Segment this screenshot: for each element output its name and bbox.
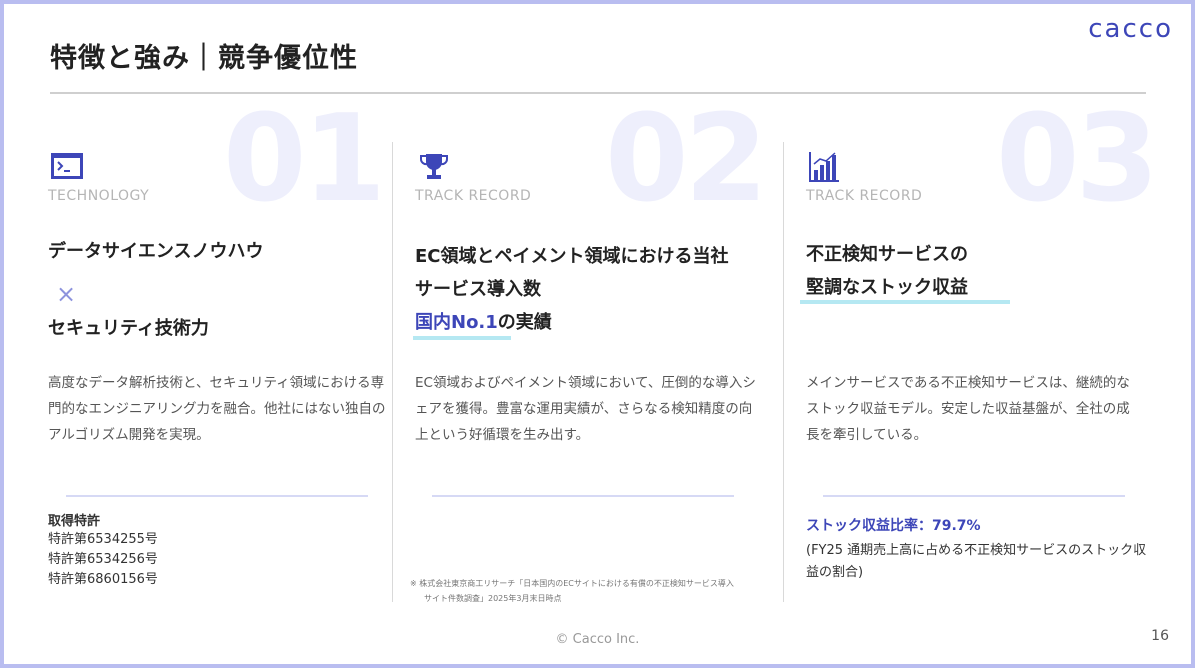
strength-heading-highlight-line: 国内No.1の実績 — [415, 306, 552, 339]
column-divider — [783, 142, 784, 602]
category-label: TECHNOLOGY — [48, 188, 150, 204]
stock-ratio-note: (FY25 通期売上高に占める不正検知サービスのストック収益の割合) — [806, 543, 1147, 580]
category-label: TRACK RECORD — [806, 188, 923, 204]
strength-column-track-record: 02 TRACK RECORD EC領域とペイメント領域における当社 サービス導… — [410, 90, 768, 610]
patent-item: 特許第6860156号 — [48, 572, 158, 587]
cacco-logo: cacco — [1088, 14, 1173, 44]
strength-description: EC領域およびペイメント領域において、圧倒的な導入シェアを獲得。豊富な運用実績が… — [415, 375, 756, 443]
patent-item: 特許第6534256号 — [48, 552, 158, 567]
strength-column-technology: 01 TECHNOLOGY データサイエンスノウハウ × セキュリティ技術力 高… — [48, 100, 388, 610]
highlight-underline — [800, 300, 1010, 304]
strength-column-stock-revenue: 03 TRACK RECORD 不正検知サービスの 堅調なストック収益 メインサ… — [800, 100, 1159, 610]
strength-heading-rest: の実績 — [497, 312, 552, 333]
section-separator — [432, 495, 734, 497]
patent-list: 特許第6534255号 特許第6534256号 特許第6860156号 — [48, 530, 158, 590]
column-number: 03 — [996, 90, 1159, 229]
highlight-underline — [413, 336, 511, 340]
bar-chart-icon — [809, 152, 839, 182]
category-label: TRACK RECORD — [415, 188, 532, 204]
patent-title: 取得特許 — [48, 514, 101, 529]
section-separator — [823, 495, 1125, 497]
footnote: ※ 株式会社東京商工リサーチ「日本国内のECサイトにおける有償の不正検知サービス… — [410, 576, 770, 606]
column-number: 02 — [605, 90, 768, 229]
strength-heading: EC領域とペイメント領域における当社 — [415, 246, 729, 267]
column-number: 01 — [223, 90, 386, 229]
strength-heading: セキュリティ技術力 — [48, 318, 209, 339]
page-number: 16 — [1151, 628, 1169, 644]
column-divider — [392, 142, 393, 602]
footnote-line: ※ 株式会社東京商工リサーチ「日本国内のECサイトにおける有償の不正検知サービス… — [410, 579, 734, 588]
terminal-window-icon — [51, 153, 83, 179]
page-title: 特徴と強み｜競争優位性 — [50, 43, 358, 74]
strength-heading: サービス導入数 — [415, 279, 541, 300]
trophy-icon — [420, 154, 448, 179]
patent-item: 特許第6534255号 — [48, 532, 158, 547]
strength-heading: 不正検知サービスの — [806, 244, 968, 265]
highlight-text: 国内No.1 — [415, 312, 498, 333]
strength-description: 高度なデータ解析技術と、セキュリティ領域における専門的なエンジニアリング力を融合… — [48, 375, 386, 443]
stock-ratio-value: ストック収益比率：79.7% — [806, 518, 981, 534]
section-separator — [66, 495, 368, 497]
copyright: © Cacco Inc. — [555, 632, 640, 647]
footnote-line: サイト件数調査」2025年3月末日時点 — [424, 594, 562, 603]
strength-heading: データサイエンスノウハウ — [48, 241, 264, 262]
title-divider — [50, 92, 1146, 94]
multiply-icon: × — [56, 280, 77, 308]
strength-description: メインサービスである不正検知サービスは、継続的なストック収益モデル。安定した収益… — [806, 375, 1130, 443]
